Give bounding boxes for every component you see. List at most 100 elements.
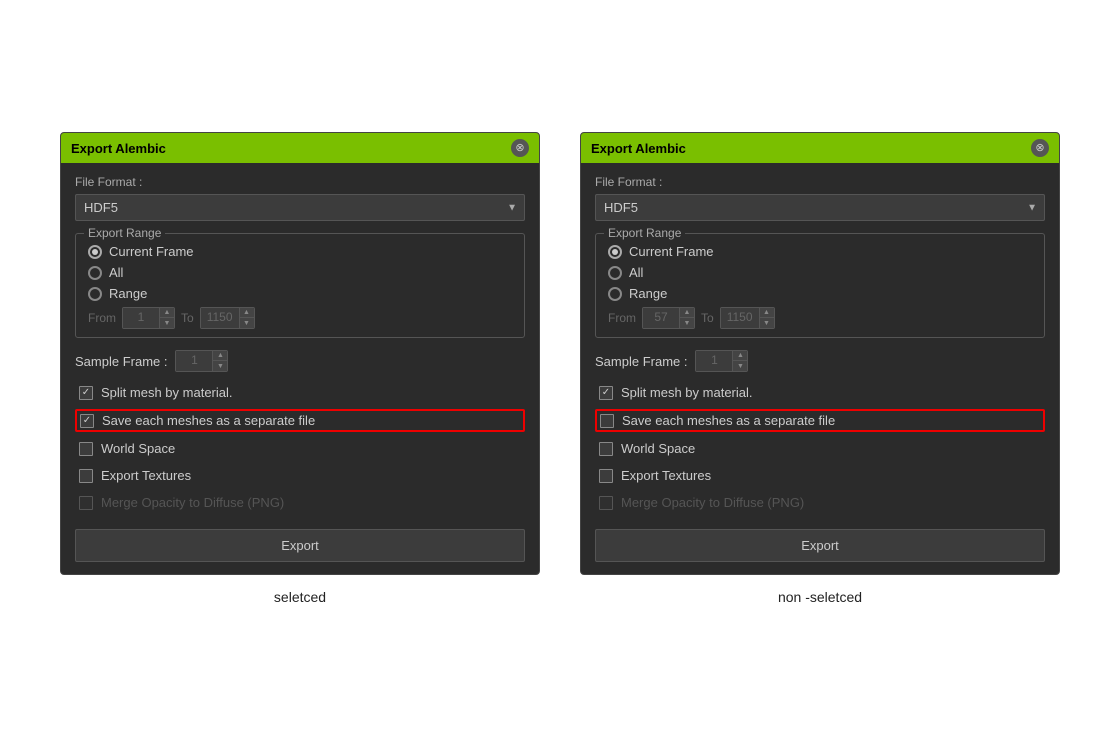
right-export-range-group: Export Range Current Frame All Range (595, 233, 1045, 338)
left-sample-frame-row: Sample Frame : 1 ▲ ▼ (75, 350, 525, 372)
right-radio-all-btn[interactable] (608, 266, 622, 280)
right-sample-spinner[interactable]: 1 ▲ ▼ (695, 350, 748, 372)
left-panel-label: seletced (274, 589, 326, 605)
left-file-format-select-wrapper: HDF5 Ogawa ▼ (75, 194, 525, 221)
right-radio-current-frame-row[interactable]: Current Frame (608, 244, 1032, 259)
right-from-up-btn[interactable]: ▲ (680, 308, 694, 318)
left-dialog-title: Export Alembic (71, 141, 166, 156)
left-export-range-group: Export Range Current Frame All Range (75, 233, 525, 338)
left-file-format-select[interactable]: HDF5 Ogawa (75, 194, 525, 221)
right-panel-label: non -seletced (778, 589, 862, 605)
left-save-each-mesh-row[interactable]: Save each meshes as a separate file (75, 409, 525, 432)
right-sample-frame-row: Sample Frame : 1 ▲ ▼ (595, 350, 1045, 372)
left-from-label: From (88, 311, 116, 325)
left-dialog: Export Alembic ⊗ File Format : HDF5 Ogaw… (60, 132, 540, 575)
right-file-format-select[interactable]: HDF5 Ogawa (595, 194, 1045, 221)
left-export-textures-row[interactable]: Export Textures (75, 465, 525, 486)
left-sample-down-btn[interactable]: ▼ (213, 361, 227, 371)
right-save-each-mesh-row[interactable]: Save each meshes as a separate file (595, 409, 1045, 432)
right-dialog-body: File Format : HDF5 Ogawa ▼ Export Range … (581, 163, 1059, 574)
right-sample-value: 1 (696, 351, 732, 371)
right-to-label: To (701, 311, 714, 325)
left-from-value: 1 (123, 308, 159, 328)
left-radio-current-frame-row[interactable]: Current Frame (88, 244, 512, 259)
right-sample-down-btn[interactable]: ▼ (733, 361, 747, 371)
left-to-spinner[interactable]: 1150 ▲ ▼ (200, 307, 255, 329)
right-world-space-row[interactable]: World Space (595, 438, 1045, 459)
right-to-up-btn[interactable]: ▲ (760, 308, 774, 318)
right-split-mesh-checkbox[interactable] (599, 386, 613, 400)
left-from-spinner[interactable]: 1 ▲ ▼ (122, 307, 175, 329)
left-sample-spinner[interactable]: 1 ▲ ▼ (175, 350, 228, 372)
left-from-up-btn[interactable]: ▲ (160, 308, 174, 318)
left-from-down-btn[interactable]: ▼ (160, 318, 174, 328)
left-close-button[interactable]: ⊗ (511, 139, 529, 157)
left-dialog-header: Export Alembic ⊗ (61, 133, 539, 163)
right-to-down-btn[interactable]: ▼ (760, 318, 774, 328)
right-from-value: 57 (643, 308, 679, 328)
right-save-each-mesh-checkbox[interactable] (600, 414, 614, 428)
left-radio-current-frame-label: Current Frame (109, 244, 194, 259)
right-export-button[interactable]: Export (595, 529, 1045, 562)
left-save-each-mesh-label: Save each meshes as a separate file (102, 413, 315, 428)
right-export-textures-checkbox[interactable] (599, 469, 613, 483)
left-export-textures-checkbox[interactable] (79, 469, 93, 483)
right-range-inputs-row: From 57 ▲ ▼ To 1150 ▲ (608, 307, 1032, 329)
left-export-range-legend: Export Range (84, 226, 165, 240)
right-to-value: 1150 (721, 308, 759, 328)
left-radio-all-btn[interactable] (88, 266, 102, 280)
right-close-button[interactable]: ⊗ (1031, 139, 1049, 157)
right-world-space-label: World Space (621, 441, 695, 456)
left-from-spinner-btns: ▲ ▼ (159, 308, 174, 328)
left-split-mesh-row[interactable]: Split mesh by material. (75, 382, 525, 403)
left-sample-up-btn[interactable]: ▲ (213, 351, 227, 361)
right-radio-range-btn[interactable] (608, 287, 622, 301)
right-dialog-title: Export Alembic (591, 141, 686, 156)
right-radio-all-row[interactable]: All (608, 265, 1032, 280)
left-export-button[interactable]: Export (75, 529, 525, 562)
left-sample-frame-label: Sample Frame : (75, 354, 167, 369)
right-split-mesh-row[interactable]: Split mesh by material. (595, 382, 1045, 403)
left-radio-all-row[interactable]: All (88, 265, 512, 280)
left-radio-range-btn[interactable] (88, 287, 102, 301)
right-from-spinner[interactable]: 57 ▲ ▼ (642, 307, 695, 329)
left-radio-range-row[interactable]: Range (88, 286, 512, 301)
left-range-inputs-row: From 1 ▲ ▼ To 1150 ▲ (88, 307, 512, 329)
right-save-each-mesh-label: Save each meshes as a separate file (622, 413, 835, 428)
right-sample-up-btn[interactable]: ▲ (733, 351, 747, 361)
left-radio-current-frame-btn[interactable] (88, 245, 102, 259)
right-export-range-legend: Export Range (604, 226, 685, 240)
right-radio-range-row[interactable]: Range (608, 286, 1032, 301)
left-world-space-checkbox[interactable] (79, 442, 93, 456)
right-radio-current-frame-btn[interactable] (608, 245, 622, 259)
left-world-space-label: World Space (101, 441, 175, 456)
left-merge-opacity-row: Merge Opacity to Diffuse (PNG) (75, 492, 525, 513)
right-dialog-header: Export Alembic ⊗ (581, 133, 1059, 163)
left-split-mesh-label: Split mesh by material. (101, 385, 233, 400)
right-export-textures-row[interactable]: Export Textures (595, 465, 1045, 486)
left-dialog-body: File Format : HDF5 Ogawa ▼ Export Range … (61, 163, 539, 574)
right-world-space-checkbox[interactable] (599, 442, 613, 456)
right-merge-opacity-checkbox (599, 496, 613, 510)
left-radio-all-label: All (109, 265, 123, 280)
right-radio-range-label: Range (629, 286, 667, 301)
left-sample-value: 1 (176, 351, 212, 371)
left-to-up-btn[interactable]: ▲ (240, 308, 254, 318)
right-file-format-label: File Format : (595, 175, 1045, 189)
left-export-textures-label: Export Textures (101, 468, 191, 483)
panels-row: Export Alembic ⊗ File Format : HDF5 Ogaw… (40, 112, 1080, 625)
right-file-format-select-wrapper: HDF5 Ogawa ▼ (595, 194, 1045, 221)
right-sample-spinner-btns: ▲ ▼ (732, 351, 747, 371)
left-to-spinner-btns: ▲ ▼ (239, 308, 254, 328)
right-sample-frame-label: Sample Frame : (595, 354, 687, 369)
left-save-each-mesh-checkbox[interactable] (80, 414, 94, 428)
right-merge-opacity-label: Merge Opacity to Diffuse (PNG) (621, 495, 804, 510)
left-split-mesh-checkbox[interactable] (79, 386, 93, 400)
right-radio-current-frame-label: Current Frame (629, 244, 714, 259)
right-from-spinner-btns: ▲ ▼ (679, 308, 694, 328)
left-world-space-row[interactable]: World Space (75, 438, 525, 459)
left-sample-spinner-btns: ▲ ▼ (212, 351, 227, 371)
right-from-down-btn[interactable]: ▼ (680, 318, 694, 328)
left-to-down-btn[interactable]: ▼ (240, 318, 254, 328)
right-to-spinner[interactable]: 1150 ▲ ▼ (720, 307, 775, 329)
